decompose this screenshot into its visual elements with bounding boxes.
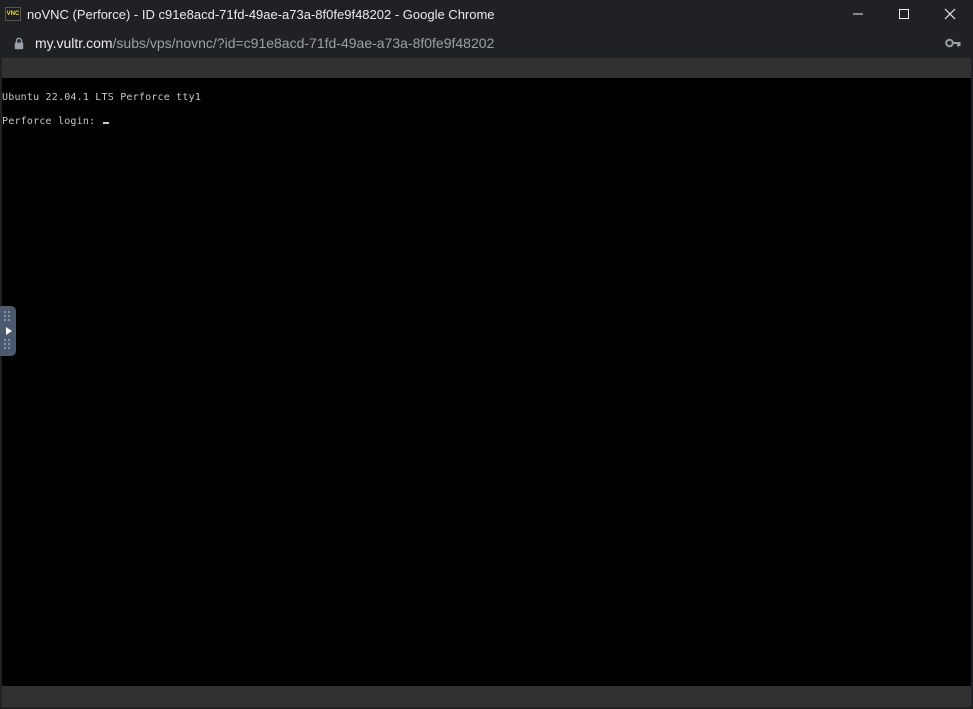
minimize-button[interactable] [835,0,881,28]
maximize-icon [899,9,909,19]
url-text[interactable]: my.vultr.com/subs/vps/novnc/?id=c91e8acd… [35,35,494,51]
favicon-label: VNC [6,11,20,17]
title-bar: VNC noVNC (Perforce) - ID c91e8acd-71fd-… [0,0,973,28]
terminal-banner: Ubuntu 22.04.1 LTS Perforce tty1 [2,92,202,103]
url-host: my.vultr.com [35,35,113,51]
lock-icon[interactable] [13,36,25,50]
terminal-cursor [102,122,109,124]
close-icon [944,8,956,20]
address-bar[interactable]: my.vultr.com/subs/vps/novnc/?id=c91e8acd… [0,28,973,58]
key-icon[interactable] [945,36,961,50]
window-title: noVNC (Perforce) - ID c91e8acd-71fd-49ae… [27,6,495,22]
novnc-bottom-bar [2,686,971,707]
control-bar-handle[interactable] [0,306,16,356]
login-prompt: Perforce login: [2,116,102,127]
grip-bottom-icon [4,339,12,351]
minimize-icon [853,13,863,15]
play-arrow-icon [6,327,12,335]
url-path: /subs/vps/novnc/?id=c91e8acd-71fd-49ae-a… [112,35,495,51]
close-button[interactable] [927,0,973,28]
browser-window: VNC noVNC (Perforce) - ID c91e8acd-71fd-… [0,0,973,709]
grip-top-icon [4,311,12,323]
novnc-top-bar [2,58,971,78]
window-controls [835,0,973,28]
vnc-screen[interactable]: Ubuntu 22.04.1 LTS Perforce tty1 Perforc… [2,78,971,686]
vnc-favicon-icon: VNC [5,7,21,21]
terminal-prompt-line: Perforce login: [2,116,109,127]
maximize-button[interactable] [881,0,927,28]
